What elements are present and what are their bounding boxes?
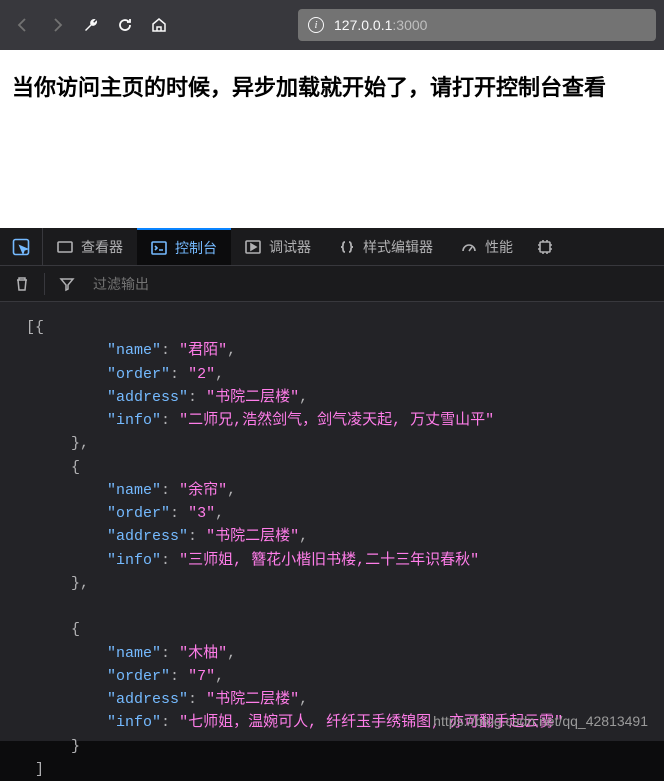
tab-inspector[interactable]: 查看器 (43, 228, 137, 265)
home-button[interactable] (144, 10, 174, 40)
tab-debugger-label: 调试器 (269, 237, 311, 257)
inspector-icon (57, 239, 73, 255)
url-port: :3000 (392, 17, 427, 33)
watermark: https://blog.csdn.net/qq_42813491 (433, 711, 648, 733)
arrow-right-icon (49, 17, 65, 33)
devtools-tabs: 查看器 控制台 调试器 样式编辑器 性能 (0, 228, 664, 266)
console-output[interactable]: [{ "name": "君陌", "order": "2", "address"… (0, 302, 664, 741)
tab-performance-label: 性能 (485, 237, 513, 257)
reload-icon (117, 17, 133, 33)
element-picker-button[interactable] (0, 228, 43, 265)
tab-console[interactable]: 控制台 (137, 228, 231, 265)
info-icon: i (308, 17, 324, 33)
picker-icon (12, 238, 30, 256)
devtools-panel: 查看器 控制台 调试器 样式编辑器 性能 过滤输出 (0, 228, 664, 741)
page-heading: 当你访问主页的时候，异步加载就开始了，请打开控制台查看 (12, 70, 652, 102)
funnel-icon (59, 276, 75, 292)
page-content: 当你访问主页的时候，异步加载就开始了，请打开控制台查看 (0, 50, 664, 228)
filter-placeholder[interactable]: 过滤输出 (93, 274, 149, 294)
tab-style-editor[interactable]: 样式编辑器 (325, 228, 447, 265)
debugger-icon (245, 239, 261, 255)
wrench-icon (83, 17, 99, 33)
tab-more[interactable] (527, 228, 563, 265)
back-button[interactable] (8, 10, 38, 40)
tab-debugger[interactable]: 调试器 (231, 228, 325, 265)
wrench-button[interactable] (76, 10, 106, 40)
console-filter-bar: 过滤输出 (0, 266, 664, 302)
forward-button[interactable] (42, 10, 72, 40)
separator (44, 273, 45, 295)
tab-inspector-label: 查看器 (81, 237, 123, 257)
style-editor-icon (339, 239, 355, 255)
clear-console-button[interactable] (8, 270, 36, 298)
tab-style-editor-label: 样式编辑器 (363, 237, 433, 257)
tab-console-label: 控制台 (175, 238, 217, 258)
tab-performance[interactable]: 性能 (447, 228, 527, 265)
reload-button[interactable] (110, 10, 140, 40)
home-icon (151, 17, 167, 33)
trash-icon (14, 276, 30, 292)
console-icon (151, 240, 167, 256)
url-bar[interactable]: i 127.0.0.1:3000 (298, 9, 656, 41)
filter-button[interactable] (53, 270, 81, 298)
arrow-left-icon (15, 17, 31, 33)
performance-icon (461, 239, 477, 255)
memory-icon (537, 239, 553, 255)
url-host: 127.0.0.1 (334, 17, 392, 33)
browser-toolbar: i 127.0.0.1:3000 (0, 0, 664, 50)
